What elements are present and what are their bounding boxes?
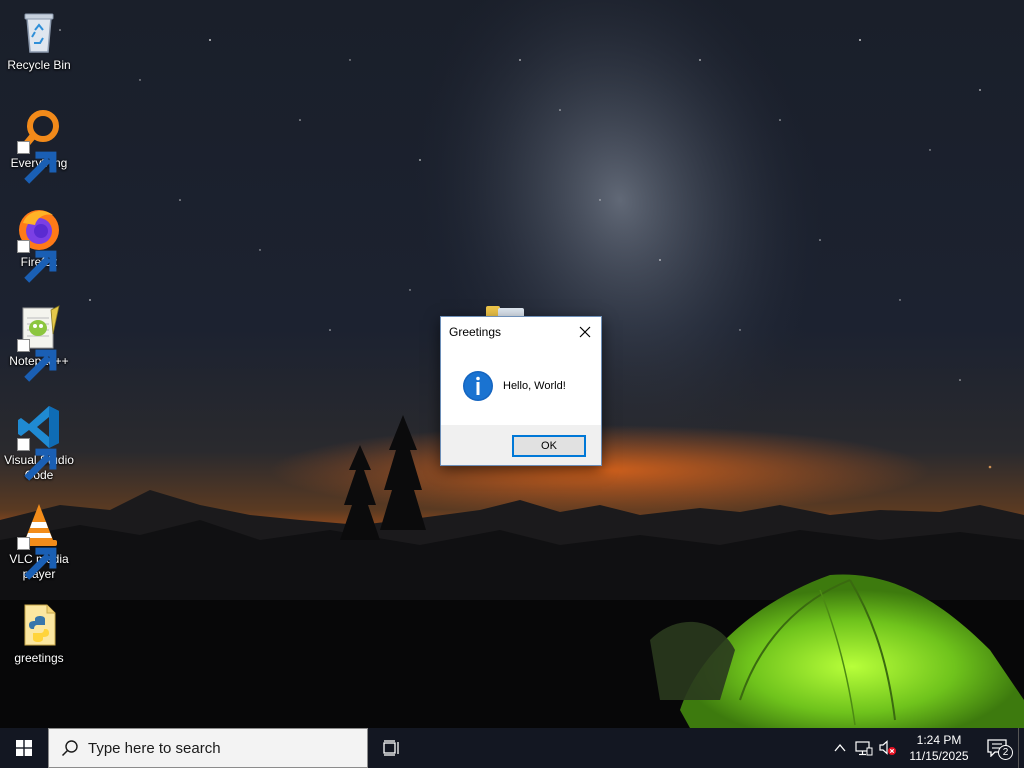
dialog-footer: OK [441, 425, 601, 465]
desktop-icon-label: greetings [14, 651, 64, 665]
task-view-icon [383, 740, 399, 756]
clock-date: 11/15/2025 [909, 749, 969, 763]
dialog-message: Hello, World! [503, 379, 566, 392]
shortcut-arrow-icon [17, 240, 57, 283]
desktop-icon-vlc[interactable]: VLC media player [1, 502, 77, 582]
desktop-icon-label: Recycle Bin [7, 58, 71, 72]
notification-count-badge: 2 [998, 745, 1013, 760]
shortcut-arrow-icon [17, 537, 57, 580]
taskbar-search-box[interactable]: Type here to search [48, 728, 368, 768]
shortcut-arrow-icon [17, 438, 57, 481]
windows-logo-icon [16, 740, 32, 756]
desktop-icon-firefox[interactable]: Firefox [1, 205, 77, 283]
desktop-icon-everything[interactable]: Everything [1, 106, 77, 184]
dialog-title: Greetings [449, 324, 502, 339]
start-button[interactable] [0, 728, 48, 768]
shortcut-arrow-icon [17, 339, 57, 382]
show-hidden-icons-button[interactable] [828, 728, 852, 768]
close-icon [579, 326, 591, 337]
desktop-icon-vscode[interactable]: Visual Studio Code [1, 403, 77, 483]
info-icon [463, 370, 493, 401]
network-button[interactable] [852, 728, 876, 768]
dialog-titlebar[interactable]: Greetings [441, 317, 601, 346]
dialog-close-button[interactable] [569, 318, 601, 346]
shortcut-arrow-icon [17, 141, 57, 184]
clock-time: 1:24 PM [916, 733, 962, 747]
show-desktop-button[interactable] [1018, 728, 1024, 768]
dialog-body: Hello, World! [441, 346, 601, 425]
desktop-icon-recycle-bin[interactable]: Recycle Bin [1, 8, 77, 73]
ok-button[interactable]: OK [512, 435, 586, 457]
taskbar: Type here to search 1:24 PM 11/15/2025 2 [0, 728, 1024, 768]
greetings-dialog: Greetings Hello, World! OK [440, 316, 602, 466]
system-tray: 1:24 PM 11/15/2025 2 [828, 728, 1024, 768]
search-placeholder: Type here to search [88, 739, 221, 757]
action-center-button[interactable]: 2 [976, 728, 1018, 768]
task-view-button[interactable] [368, 728, 416, 768]
volume-button[interactable] [876, 728, 900, 768]
volume-muted-icon [879, 740, 896, 755]
desktop-icon-greetings[interactable]: greetings [1, 601, 77, 666]
recycle-bin-icon [24, 13, 54, 53]
network-icon [855, 741, 873, 756]
python-file-icon [24, 604, 56, 646]
chevron-up-icon [834, 744, 846, 752]
desktop-icon-notepad-plus-plus[interactable]: Notepad++ [1, 304, 77, 382]
search-icon [61, 740, 78, 757]
taskbar-clock[interactable]: 1:24 PM 11/15/2025 [902, 732, 976, 764]
